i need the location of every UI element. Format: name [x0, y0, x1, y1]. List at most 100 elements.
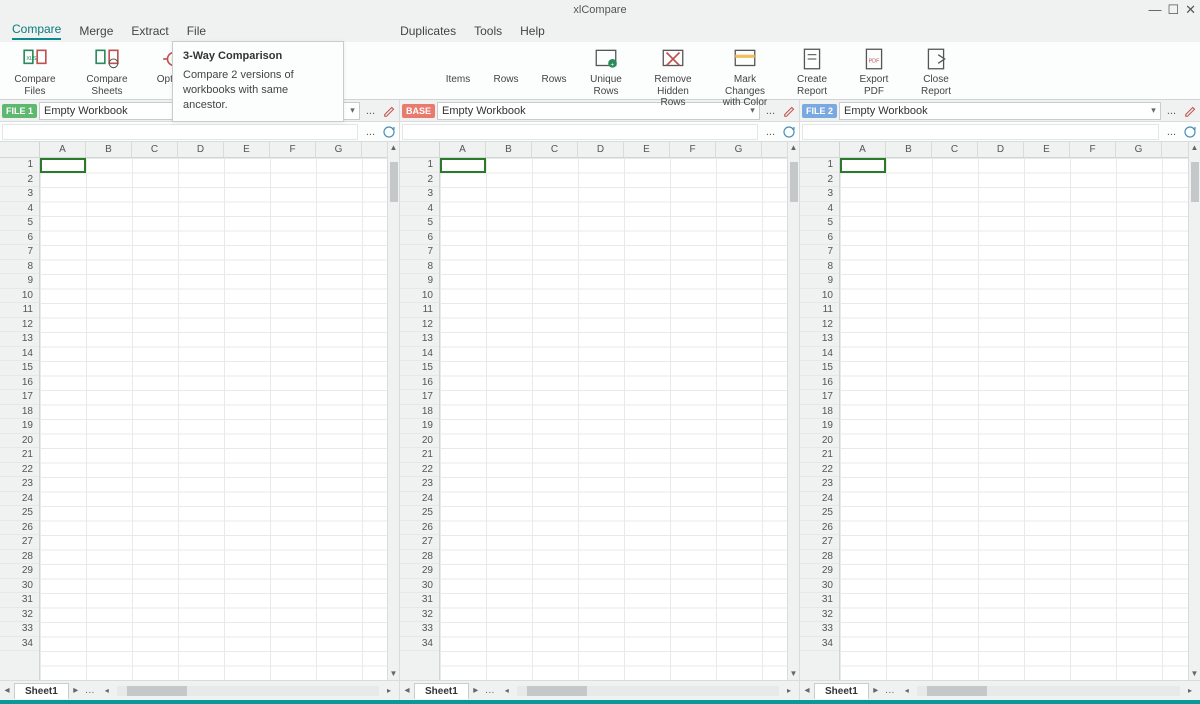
row-header[interactable]: 6	[800, 231, 839, 246]
row-header[interactable]: 27	[800, 535, 839, 550]
row-header[interactable]: 20	[0, 434, 39, 449]
formula-input[interactable]	[802, 124, 1159, 140]
compare-sheets-button[interactable]: Compare Sheets	[80, 46, 134, 97]
row-header[interactable]: 10	[0, 289, 39, 304]
row-header[interactable]: 33	[400, 622, 439, 637]
sheet-nav-more[interactable]: …	[83, 685, 97, 696]
row-header[interactable]: 20	[400, 434, 439, 449]
row-header[interactable]: 6	[0, 231, 39, 246]
row-header[interactable]: 16	[0, 376, 39, 391]
grid[interactable]: 1234567891011121314151617181920212223242…	[0, 142, 399, 680]
row-header[interactable]: 34	[400, 637, 439, 652]
column-header[interactable]: A	[840, 142, 886, 157]
row-header[interactable]: 24	[0, 492, 39, 507]
row-header[interactable]: 1	[400, 158, 439, 173]
column-header[interactable]: B	[886, 142, 932, 157]
refresh-icon[interactable]	[1182, 124, 1198, 140]
close-button[interactable]: ✕	[1185, 2, 1196, 18]
row-header[interactable]: 15	[0, 361, 39, 376]
row-header[interactable]: 24	[400, 492, 439, 507]
row-header[interactable]: 15	[800, 361, 839, 376]
scroll-down-icon[interactable]: ▼	[388, 668, 399, 680]
scroll-thumb[interactable]	[1191, 162, 1199, 202]
row-header[interactable]: 29	[400, 564, 439, 579]
scroll-left-icon[interactable]: ◂	[901, 686, 913, 695]
vertical-scrollbar[interactable]: ▲▼	[387, 142, 399, 680]
row-header[interactable]: 12	[400, 318, 439, 333]
minimize-button[interactable]: —	[1148, 2, 1161, 18]
items-button[interactable]: Items	[436, 46, 480, 86]
row-header[interactable]: 1	[0, 158, 39, 173]
row-header[interactable]: 30	[400, 579, 439, 594]
formula-input[interactable]	[2, 124, 358, 140]
grid[interactable]: 1234567891011121314151617181920212223242…	[800, 142, 1200, 680]
row-header[interactable]: 9	[800, 274, 839, 289]
sheet-tab[interactable]: Sheet1	[414, 683, 469, 699]
create-report-button[interactable]: Create Report	[790, 46, 834, 97]
hscroll-thumb[interactable]	[527, 686, 587, 696]
row-header[interactable]: 32	[400, 608, 439, 623]
sheet-nav-more[interactable]: …	[883, 685, 897, 696]
row-header[interactable]: 1	[800, 158, 839, 173]
remove-hidden-button[interactable]: Remove Hidden Rows	[646, 46, 700, 109]
row-header[interactable]: 24	[800, 492, 839, 507]
row-header[interactable]: 8	[400, 260, 439, 275]
scroll-right-icon[interactable]: ▸	[1184, 686, 1196, 695]
column-header[interactable]: A	[440, 142, 486, 157]
row-header[interactable]: 8	[0, 260, 39, 275]
column-headers[interactable]: ABCDEFG	[440, 142, 787, 158]
row-header[interactable]: 25	[400, 506, 439, 521]
row-header[interactable]: 13	[0, 332, 39, 347]
menu-help[interactable]: Help	[520, 24, 545, 38]
row-header[interactable]: 4	[800, 202, 839, 217]
row-header[interactable]: 23	[400, 477, 439, 492]
selected-cell[interactable]	[840, 158, 886, 173]
row-header[interactable]: 10	[800, 289, 839, 304]
column-header[interactable]: D	[578, 142, 624, 157]
formula-more[interactable]: ...	[1161, 126, 1182, 138]
row-header[interactable]: 11	[400, 303, 439, 318]
row-header[interactable]: 16	[800, 376, 839, 391]
sheet-nav-more[interactable]: …	[483, 685, 497, 696]
cells-area[interactable]: ABCDEFG	[440, 142, 787, 680]
sheet-nav-prev[interactable]: ◂	[0, 685, 14, 696]
column-header[interactable]: F	[1070, 142, 1116, 157]
grid[interactable]: 1234567891011121314151617181920212223242…	[400, 142, 799, 680]
select-all-corner[interactable]	[400, 142, 439, 158]
row-header[interactable]: 7	[400, 245, 439, 260]
menu-tools[interactable]: Tools	[474, 24, 502, 38]
hscroll-thumb[interactable]	[127, 686, 187, 696]
scroll-up-icon[interactable]: ▲	[388, 142, 399, 154]
row-header[interactable]: 6	[400, 231, 439, 246]
row-header[interactable]: 18	[400, 405, 439, 420]
more-button[interactable]: ...	[360, 105, 381, 117]
column-header[interactable]: G	[316, 142, 362, 157]
row-header[interactable]: 2	[400, 173, 439, 188]
column-headers[interactable]: ABCDEFG	[840, 142, 1188, 158]
menu-merge[interactable]: Merge	[79, 24, 113, 38]
mark-changes-button[interactable]: Mark Changes with Color	[718, 46, 772, 109]
row-header[interactable]: 12	[0, 318, 39, 333]
scroll-left-icon[interactable]: ◂	[101, 686, 113, 695]
row-headers[interactable]: 1234567891011121314151617181920212223242…	[400, 142, 440, 680]
row-header[interactable]: 4	[400, 202, 439, 217]
row-header[interactable]: 18	[0, 405, 39, 420]
row-header[interactable]: 31	[0, 593, 39, 608]
row-header[interactable]: 34	[0, 637, 39, 652]
row-header[interactable]: 2	[800, 173, 839, 188]
refresh-icon[interactable]	[781, 124, 797, 140]
row-header[interactable]: 3	[0, 187, 39, 202]
unique-rows-button[interactable]: + Unique Rows	[584, 46, 628, 97]
row-header[interactable]: 21	[800, 448, 839, 463]
scroll-up-icon[interactable]: ▲	[788, 142, 799, 154]
row-header[interactable]: 22	[800, 463, 839, 478]
row-header[interactable]: 25	[800, 506, 839, 521]
column-headers[interactable]: ABCDEFG	[40, 142, 387, 158]
row-header[interactable]: 9	[0, 274, 39, 289]
row-header[interactable]: 26	[800, 521, 839, 536]
row-header[interactable]: 32	[0, 608, 39, 623]
row-headers[interactable]: 1234567891011121314151617181920212223242…	[0, 142, 40, 680]
formula-more[interactable]: ...	[360, 126, 381, 138]
close-report-button[interactable]: Close Report	[914, 46, 958, 97]
workbook-dropdown[interactable]: Empty Workbook▾	[839, 102, 1161, 120]
